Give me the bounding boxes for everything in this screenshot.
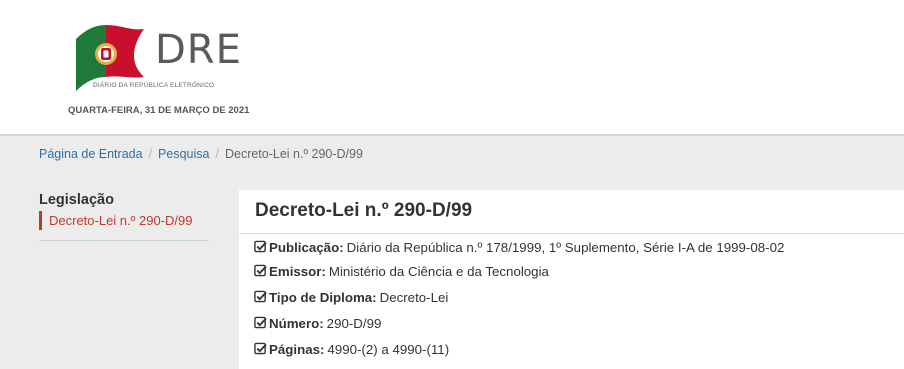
breadcrumb: Página de Entrada / Pesquisa / Decreto-Lei n… xyxy=(39,147,363,161)
field-label: Páginas: xyxy=(269,342,325,357)
field-label: Publicação: xyxy=(269,240,344,255)
field-numero: Número: 290-D/99 xyxy=(254,316,381,331)
check-square-icon xyxy=(254,240,267,253)
current-date: QUARTA-FEIRA, 31 DE MARÇO DE 2021 xyxy=(68,105,250,116)
check-square-icon xyxy=(254,264,267,277)
breadcrumb-home-link[interactable]: Página de Entrada xyxy=(39,147,143,161)
field-emissor: Emissor: Ministério da Ciência e da Tecno… xyxy=(254,264,549,279)
field-value: Decreto-Lei xyxy=(379,290,449,305)
document-panel: Decreto-Lei n.º 290-D/99 Publicação: Diár… xyxy=(239,190,904,369)
field-label: Emissor: xyxy=(269,264,326,279)
sidebar-item-decreto-lei[interactable]: Decreto-Lei n.º 290-D/99 xyxy=(39,211,193,230)
sidebar-divider xyxy=(39,240,209,241)
breadcrumb-separator: / xyxy=(215,147,219,161)
document-title: Decreto-Lei n.º 290-D/99 xyxy=(255,200,473,221)
field-paginas: Páginas: 4990-(2) a 4990-(11) xyxy=(254,342,449,357)
sidebar-title: Legislação xyxy=(39,192,114,208)
field-value: 290-D/99 xyxy=(326,316,382,331)
site-header: DRE DIÁRIO DA REPÚBLICA ELETRÓNICO QUART… xyxy=(0,0,904,136)
field-value: 4990-(2) a 4990-(11) xyxy=(327,342,450,357)
field-publicacao: Publicação: Diário da República n.º 178/1… xyxy=(254,240,784,255)
field-label: Tipo de Diploma: xyxy=(269,290,377,305)
logo-text: DRE xyxy=(155,27,242,73)
breadcrumb-separator: / xyxy=(148,147,153,161)
breadcrumb-search-link[interactable]: Pesquisa xyxy=(158,147,209,161)
field-label: Número: xyxy=(269,316,324,331)
field-tipo-diploma: Tipo de Diploma: Decreto-Lei xyxy=(254,290,448,305)
document-title-divider xyxy=(239,233,904,234)
breadcrumb-current: Decreto-Lei n.º 290-D/99 xyxy=(224,147,363,161)
logo-subtitle: DIÁRIO DA REPÚBLICA ELETRÓNICO xyxy=(93,82,215,89)
check-square-icon xyxy=(254,316,267,329)
check-square-icon xyxy=(254,290,267,303)
field-value: Diário da República n.º 178/1999, 1º Sup… xyxy=(346,240,785,255)
check-square-icon xyxy=(254,342,267,355)
field-value: Ministério da Ciência e da Tecnologia xyxy=(328,264,549,279)
